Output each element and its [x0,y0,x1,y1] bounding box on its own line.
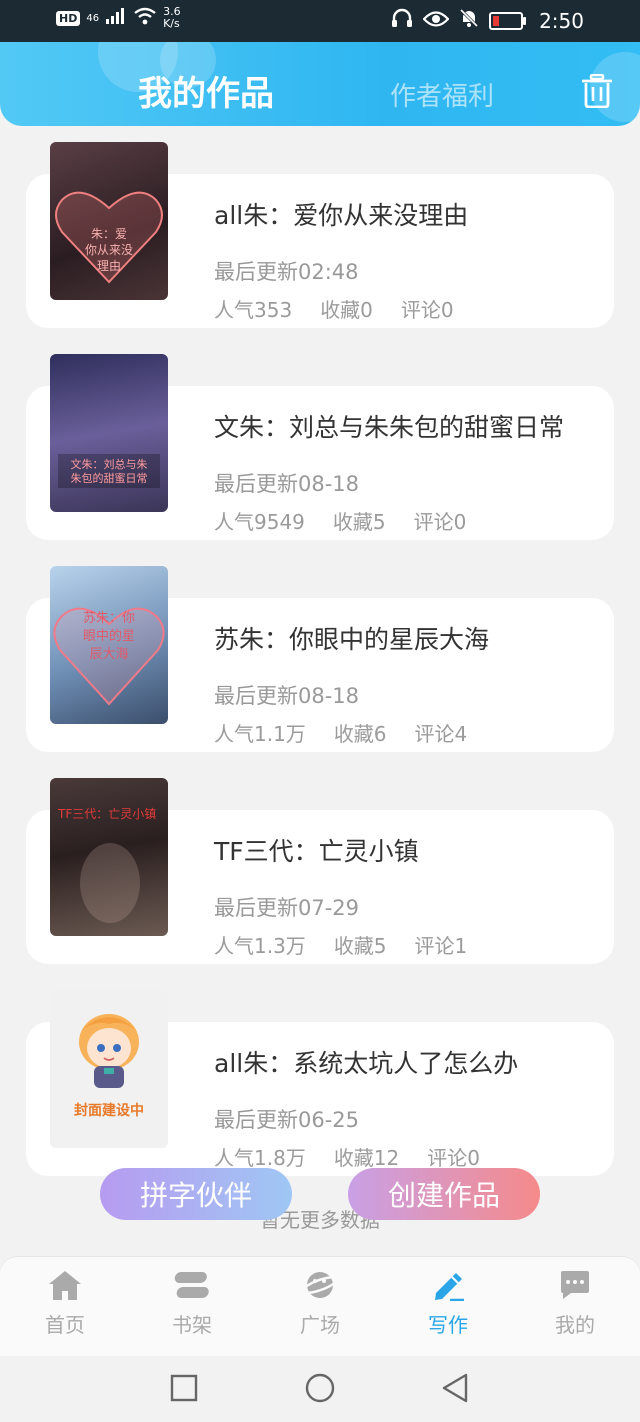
favorites-count: 收藏5 [332,510,386,534]
tab-mine[interactable]: 我的 [525,1269,625,1338]
comments-count: 评论0 [400,298,454,322]
work-stats: 人气353 收藏0 评论0 [214,294,482,323]
work-cover-image[interactable]: TF三代：亡灵小镇 [50,778,168,936]
svg-text:TF三代：亡灵小镇: TF三代：亡灵小镇 [57,807,156,821]
popularity-count: 人气9549 [214,510,305,534]
work-updated: 最后更新06-25 [214,1108,360,1132]
svg-text:眼中的星: 眼中的星 [83,628,135,644]
popularity-count: 人气353 [214,298,293,322]
tab-bookshelf[interactable]: 书架 [142,1269,242,1338]
cover-placeholder-label: 封面建设中 [74,1103,144,1119]
work-stats: 人气1.8万 收藏12 评论0 [214,1142,508,1171]
tab-label: 我的 [555,1313,595,1337]
create-work-button[interactable]: 创建作品 [348,1168,540,1220]
tab-label: 首页 [45,1313,85,1337]
home-icon [49,1271,81,1300]
network-type: 46 [86,12,100,24]
clock: 2:50 [539,8,584,33]
tab-plaza[interactable]: 广场 [270,1269,370,1338]
work-stats: 人气9549 收藏5 评论0 [214,506,494,535]
hd-badge: HD [56,10,81,26]
work-title: 苏朱：你眼中的星辰大海 [214,625,490,654]
headphones-icon [391,8,413,33]
work-updated: 最后更新08-18 [214,684,360,708]
tab-label: 写作 [428,1313,468,1337]
comments-count: 评论4 [414,722,468,746]
tab-author-benefits[interactable]: 作者福利 [390,76,494,113]
tab-writing[interactable]: 写作 [398,1269,498,1338]
planet-icon [301,1272,339,1298]
work-title: TF三代：亡灵小镇 [214,837,419,866]
trash-icon[interactable] [581,73,613,109]
pen-icon [435,1273,464,1302]
work-cover-placeholder[interactable]: 封面建设中 [50,990,168,1148]
work-updated: 最后更新02:48 [214,260,359,284]
work-updated: 最后更新07-29 [214,896,360,920]
popularity-count: 人气1.3万 [214,934,306,958]
work-title: all朱：系统太坑人了怎么办 [214,1049,519,1078]
bookshelf-icon [174,1272,209,1298]
svg-text:朱包的甜蜜日常: 朱包的甜蜜日常 [71,471,148,485]
no-more-data-text: 暂无更多数据 [260,1208,380,1232]
work-title: 文朱：刘总与朱朱包的甜蜜日常 [214,413,565,442]
favorites-count: 收藏5 [333,934,387,958]
comments-count: 评论0 [427,1146,480,1170]
status-bar: HD 46 3.6 K/s 2:50 [0,0,640,42]
svg-text:辰大海: 辰大海 [89,647,128,662]
network-speed: 3.6 K/s [163,5,181,30]
tab-label: 广场 [300,1313,340,1337]
svg-text:你从来没: 你从来没 [85,242,133,257]
tab-my-works[interactable]: 我的作品 [138,66,274,115]
chat-bubble-icon [561,1271,589,1299]
popularity-count: 人气1.1万 [214,722,306,746]
work-stats: 人气1.1万 收藏6 评论4 [214,718,495,747]
home-circle-icon[interactable] [304,1372,336,1404]
comments-count: 评论0 [413,510,467,534]
popularity-count: 人气1.8万 [214,1146,306,1170]
favorites-count: 收藏0 [320,298,373,322]
svg-text:朱：爱: 朱：爱 [91,227,127,241]
work-cover-image[interactable]: 朱：爱 你从来没 理由 [50,142,168,300]
work-cover-image[interactable]: 苏朱：你 眼中的星 辰大海 [50,566,168,724]
favorites-count: 收藏6 [333,722,387,746]
battery-icon [489,11,527,30]
favorites-count: 收藏12 [333,1146,400,1170]
writing-partner-button[interactable]: 拼字伙伴 [100,1168,292,1220]
comments-count: 评论1 [414,934,468,958]
anime-girl-illustration [79,1014,139,1088]
header: 我的作品 作者福利 [0,42,640,126]
eye-icon [422,9,450,33]
svg-text:苏朱：你: 苏朱：你 [83,610,135,626]
work-stats: 人气1.3万 收藏5 评论1 [214,930,495,959]
work-title: all朱：爱你从来没理由 [214,201,469,230]
back-triangle-icon[interactable] [440,1372,470,1404]
tab-label: 书架 [172,1313,212,1337]
svg-text:文朱：刘总与朱: 文朱：刘总与朱 [71,457,148,471]
wifi-icon [133,7,157,29]
bottom-tab-bar: 首页 书架 广场 写作 我的 [0,1256,640,1357]
mute-notification-icon [459,8,479,33]
signal-icon [105,8,127,28]
work-updated: 最后更新08-18 [214,472,360,496]
system-navigation-bar [0,1356,640,1422]
recent-apps-icon[interactable] [170,1374,198,1402]
svg-text:理由: 理由 [97,259,121,273]
work-cover-image[interactable]: 文朱：刘总与朱 朱包的甜蜜日常 [50,354,168,512]
tab-home[interactable]: 首页 [15,1269,115,1338]
